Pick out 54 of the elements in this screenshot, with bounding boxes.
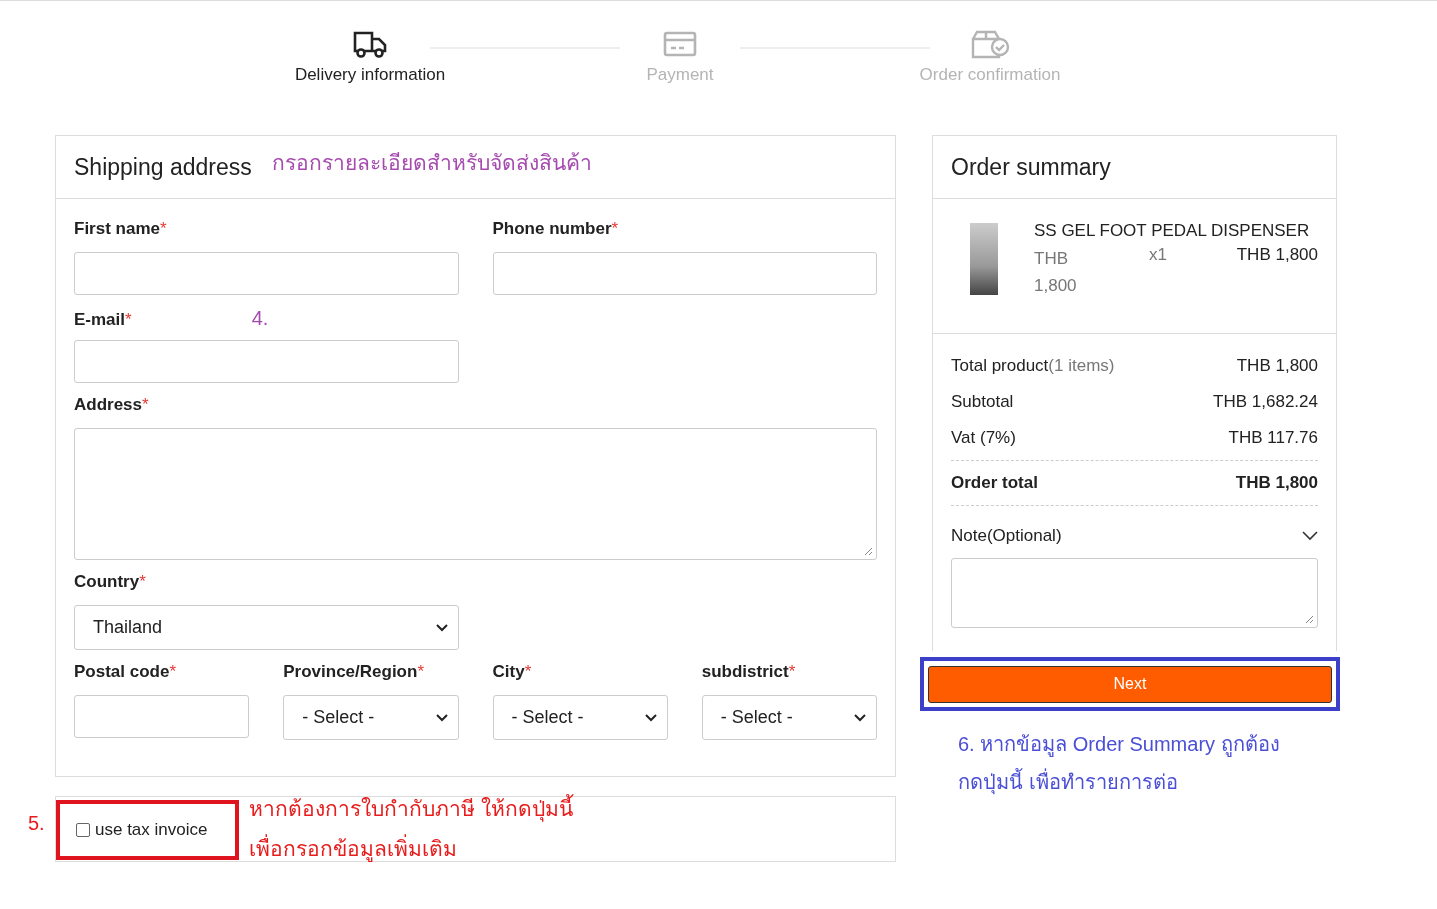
- field-label: City*: [492, 662, 532, 682]
- input-field[interactable]: [74, 695, 250, 738]
- field-label: Address*: [74, 395, 149, 415]
- note-toggle[interactable]: Note(Optional): [951, 526, 1318, 546]
- annotation-number: 5.: [28, 812, 45, 835]
- input-field[interactable]: [492, 252, 877, 295]
- card-title: Order summary: [951, 153, 1111, 181]
- chevron-down-icon: [644, 713, 657, 722]
- card-title: Shipping address: [74, 153, 252, 181]
- annotation-text: 6. หากข้อมูล Order Summary ถูกต้อง กดปุ่มนี้ เพื่อทำรายการต่อ: [958, 732, 1281, 797]
- annotation-text: หากต้องการใบกำกับภาษี ให้กดปุ่มนี้ เพื่อกรอกข้อมูลเพิ่มเติม: [249, 789, 589, 869]
- chevron-down-icon: [1302, 531, 1318, 541]
- field-label: Province/Region*: [283, 662, 424, 682]
- total-label: Order total: [951, 473, 1038, 493]
- note-text-area[interactable]: [951, 558, 1318, 628]
- chevron-down-icon: [435, 713, 448, 722]
- select-dropdown[interactable]: - Select -: [701, 695, 877, 740]
- product-photo-placeholder: [970, 223, 998, 295]
- field-label: First name*: [74, 219, 167, 239]
- annotation-text: กรอกรายละเอียดสำหรับจัดส่งสินค้า: [271, 149, 592, 176]
- credit-card-icon: [662, 29, 698, 59]
- product-total: THB 1,800: [1236, 245, 1318, 266]
- select-dropdown[interactable]: Thailand: [74, 605, 459, 650]
- progress-step: Payment: [580, 29, 780, 85]
- input-field[interactable]: [74, 252, 459, 295]
- field-label: subdistrict*: [701, 662, 796, 682]
- select-dropdown[interactable]: - Select -: [283, 695, 459, 740]
- field-label: Phone number*: [492, 219, 619, 239]
- field-label: Country*: [74, 572, 146, 592]
- chevron-down-icon: [854, 713, 866, 722]
- total-value: THB 117.76: [1228, 428, 1318, 448]
- total-label: Subtotal: [951, 392, 1014, 412]
- box-check-icon: [970, 29, 1010, 59]
- resize-grip-icon: [1304, 614, 1314, 624]
- total-label: Total product(1 items): [951, 356, 1115, 376]
- resize-grip-icon: [863, 546, 873, 556]
- chevron-down-icon: [435, 623, 448, 632]
- field-label: E-mail*: [74, 310, 132, 330]
- product-price: THB 1,800: [1034, 248, 1078, 297]
- total-value: THB 1,682.24: [1213, 392, 1318, 412]
- input-field[interactable]: [74, 340, 459, 383]
- select-dropdown[interactable]: - Select -: [492, 695, 668, 740]
- total-value: THB 1,800: [1236, 356, 1318, 376]
- product-quantity: x1: [1149, 245, 1168, 266]
- truck-icon: [352, 29, 388, 59]
- progress-step: Order confirmation: [890, 29, 1090, 85]
- tax-invoice-checkbox[interactable]: use tax invoice: [56, 800, 239, 860]
- progress-step: Delivery information: [270, 29, 470, 85]
- total-label: Vat (7%): [951, 428, 1016, 448]
- product-name: SS GEL FOOT PEDAL DISPENSER: [1034, 221, 1311, 241]
- annotation-number: 4.: [251, 307, 269, 330]
- text-area[interactable]: [74, 428, 877, 560]
- total-value: THB 1,800: [1235, 473, 1318, 493]
- field-label: Postal code*: [74, 662, 177, 682]
